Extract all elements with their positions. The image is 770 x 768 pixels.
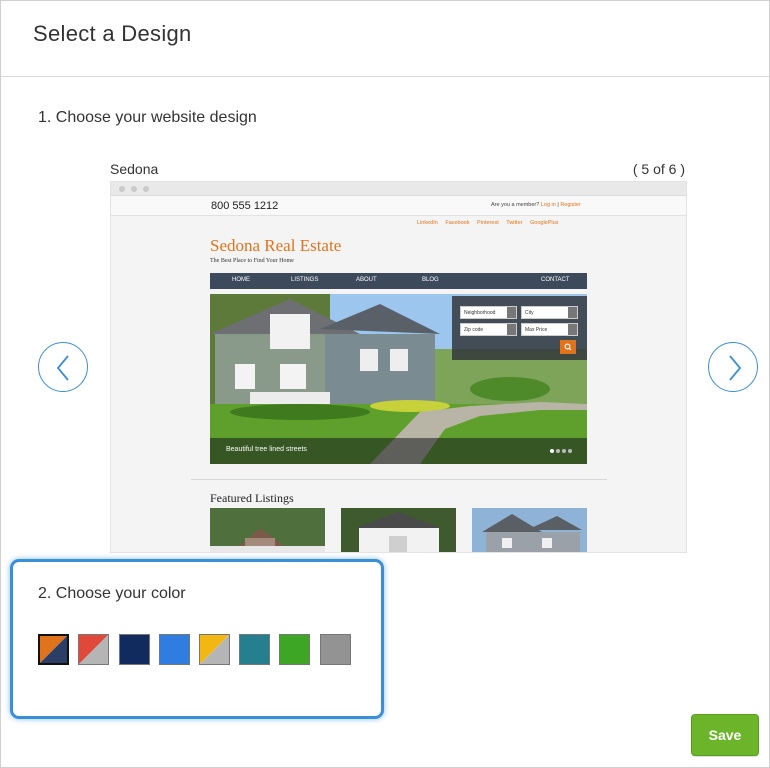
color-swatch-blue[interactable] [159, 634, 190, 665]
hero-slide-dot [568, 449, 572, 453]
color-swatch-navy[interactable] [119, 634, 150, 665]
site-phone: 800 555 1212 [211, 200, 279, 212]
site-nav-contact: CONTACT [541, 277, 570, 283]
design-preview[interactable]: 800 555 1212 Are you a member? Log in | … [110, 181, 687, 553]
site-title: Sedona Real Estate [210, 236, 342, 255]
max-price-select: Max Price [521, 323, 578, 336]
previous-design-button[interactable] [38, 342, 88, 392]
listing-photo [210, 508, 325, 552]
listing-thumbnail [210, 508, 325, 552]
city-select: City [521, 306, 578, 319]
browser-dot [119, 186, 125, 192]
step1-label: 1. Choose your website design [38, 109, 257, 126]
next-design-button[interactable] [708, 342, 758, 392]
dialog-header: Select a Design [1, 1, 769, 77]
search-button [560, 340, 576, 354]
site-nav-about: ABOUT [356, 277, 377, 283]
hero-caption: Beautiful tree lined streets [210, 438, 587, 464]
color-swatch-orange-navy[interactable] [38, 634, 69, 665]
property-search-box: Neighborhood City Zip code Max Price [452, 296, 587, 360]
member-text: Are you a member? [491, 202, 540, 208]
hero-image: Neighborhood City Zip code Max Price Bea… [210, 294, 587, 464]
site-topbar: 800 555 1212 Are you a member? Log in | … [111, 196, 686, 216]
site-nav: HOME LISTINGS ABOUT BLOG CONTACT [210, 273, 587, 289]
hero-caption-text: Beautiful tree lined streets [226, 446, 307, 453]
listing-thumbnail [472, 508, 587, 552]
step2-label: 2. Choose your color [38, 585, 186, 602]
social-googleplus: GooglePlus [530, 220, 559, 226]
color-swatch-teal[interactable] [239, 634, 270, 665]
neighborhood-select: Neighborhood [460, 306, 517, 319]
register-link: Register [560, 202, 581, 208]
site-social-links: LinkedIn Facebook Pinterest Twitter Goog… [411, 220, 558, 226]
save-button[interactable]: Save [691, 714, 759, 756]
hero-slide-dot [562, 449, 566, 453]
design-name: Sedona [110, 161, 159, 177]
member-separator: | [557, 202, 559, 208]
zip-select: Zip code [460, 323, 517, 336]
color-swatch-yellow-gray[interactable] [199, 634, 230, 665]
site-nav-blog: BLOG [422, 277, 439, 283]
browser-dot [131, 186, 137, 192]
search-icon [564, 343, 572, 351]
site-tagline: The Best Place to Find Your Home [210, 258, 294, 264]
listing-photo [472, 508, 587, 552]
social-linkedin: LinkedIn [417, 220, 438, 226]
hero-slide-dot [550, 449, 554, 453]
social-twitter: Twitter [506, 220, 523, 226]
chevron-left-icon [56, 355, 69, 381]
site-divider [191, 479, 607, 480]
swatch-fill [40, 636, 67, 663]
swatch-fill [200, 635, 229, 664]
chevron-right-icon [729, 355, 742, 381]
swatch-fill [79, 635, 108, 664]
color-swatch-green[interactable] [279, 634, 310, 665]
design-counter: ( 5 of 6 ) [632, 161, 685, 177]
site-nav-listings: LISTINGS [291, 277, 319, 283]
browser-chrome [111, 182, 686, 196]
featured-listings-title: Featured Listings [210, 491, 294, 505]
social-pinterest: Pinterest [477, 220, 499, 226]
color-swatch-red-gray[interactable] [78, 634, 109, 665]
site-member-links: Are you a member? Log in | Register [491, 202, 581, 208]
listing-thumbnail [341, 508, 456, 552]
site-nav-home: HOME [232, 277, 250, 283]
listing-photo [341, 508, 456, 552]
login-link: Log in [540, 202, 556, 208]
color-swatch-gray[interactable] [320, 634, 351, 665]
browser-dot [143, 186, 149, 192]
social-facebook: Facebook [445, 220, 470, 226]
hero-slide-dot [556, 449, 560, 453]
select-design-dialog: Select a Design 1. Choose your website d… [0, 0, 770, 768]
dialog-title: Select a Design [33, 21, 192, 46]
